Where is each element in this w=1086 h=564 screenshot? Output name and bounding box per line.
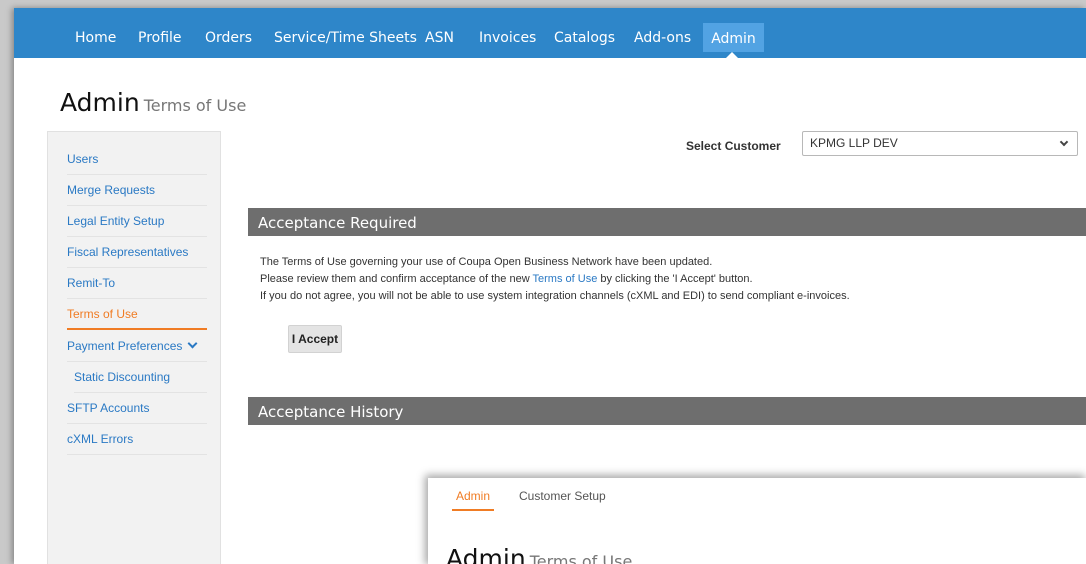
overlay-screenshot: Admin Customer Setup Admin Terms of Use bbox=[428, 478, 1086, 564]
nav-catalogs[interactable]: Catalogs bbox=[554, 8, 615, 58]
nav-service-time-sheets[interactable]: Service/Time Sheets bbox=[274, 8, 417, 58]
sidebar-item-payment-preferences-label: Payment Preferences bbox=[67, 339, 183, 353]
overlay-page-title-main: Admin bbox=[446, 544, 526, 564]
sidebar-item-users[interactable]: Users bbox=[67, 144, 207, 175]
page-title: Admin Terms of Use bbox=[60, 88, 246, 117]
page-title-main: Admin bbox=[60, 88, 140, 117]
sidebar-item-remit-to[interactable]: Remit-To bbox=[67, 268, 207, 299]
overlay-page-title: Admin Terms of Use bbox=[446, 544, 632, 564]
sidebar-item-fiscal-representatives[interactable]: Fiscal Representatives bbox=[67, 237, 207, 268]
select-customer-label: Select Customer bbox=[686, 139, 781, 153]
terms-of-use-link[interactable]: Terms of Use bbox=[533, 273, 598, 285]
sidebar-item-static-discounting[interactable]: Static Discounting bbox=[74, 362, 207, 393]
sidebar-item-sftp-accounts[interactable]: SFTP Accounts bbox=[67, 393, 207, 424]
customer-select-value: KPMG LLP DEV bbox=[810, 136, 898, 150]
chevron-down-icon bbox=[187, 338, 198, 349]
acceptance-history-header: Acceptance History bbox=[248, 397, 1086, 425]
sidebar-item-cxml-errors[interactable]: cXML Errors bbox=[67, 424, 207, 455]
customer-select[interactable]: KPMG LLP DEV bbox=[802, 131, 1078, 156]
nav-asn[interactable]: ASN bbox=[425, 8, 454, 58]
acceptance-required-header: Acceptance Required bbox=[248, 208, 1086, 236]
terms-review-text: Please review them and confirm acceptanc… bbox=[260, 273, 753, 285]
admin-sidebar: Users Merge Requests Legal Entity Setup … bbox=[47, 131, 221, 564]
chevron-down-icon bbox=[1059, 137, 1069, 147]
nav-admin[interactable]: Admin bbox=[703, 23, 764, 52]
terms-review-text-pre: Please review them and confirm acceptanc… bbox=[260, 273, 533, 285]
terms-update-text: The Terms of Use governing your use of C… bbox=[260, 256, 713, 268]
nav-profile[interactable]: Profile bbox=[138, 8, 182, 58]
sidebar-item-payment-preferences[interactable]: Payment Preferences bbox=[67, 331, 207, 362]
sidebar-item-terms-of-use[interactable]: Terms of Use bbox=[67, 299, 207, 330]
terms-review-text-post: by clicking the 'I Accept' button. bbox=[597, 273, 753, 285]
tab-admin[interactable]: Admin bbox=[456, 489, 490, 503]
nav-admin-label: Admin bbox=[711, 31, 756, 47]
sidebar-item-legal-entity-setup[interactable]: Legal Entity Setup bbox=[67, 206, 207, 237]
sidebar-item-merge-requests[interactable]: Merge Requests bbox=[67, 175, 207, 206]
nav-invoices[interactable]: Invoices bbox=[479, 8, 536, 58]
nav-add-ons[interactable]: Add-ons bbox=[634, 8, 691, 58]
overlay-page-title-sub: Terms of Use bbox=[529, 552, 633, 564]
nav-orders[interactable]: Orders bbox=[205, 8, 252, 58]
page-title-sub: Terms of Use bbox=[143, 96, 247, 115]
terms-warning-text: If you do not agree, you will not be abl… bbox=[260, 290, 850, 302]
top-navigation: Home Profile Orders Service/Time Sheets … bbox=[14, 8, 1086, 60]
i-accept-button[interactable]: I Accept bbox=[288, 325, 342, 353]
nav-home[interactable]: Home bbox=[75, 8, 116, 58]
active-tab-caret-icon bbox=[724, 52, 740, 60]
tab-active-underline bbox=[452, 509, 494, 511]
tab-customer-setup[interactable]: Customer Setup bbox=[519, 489, 606, 503]
